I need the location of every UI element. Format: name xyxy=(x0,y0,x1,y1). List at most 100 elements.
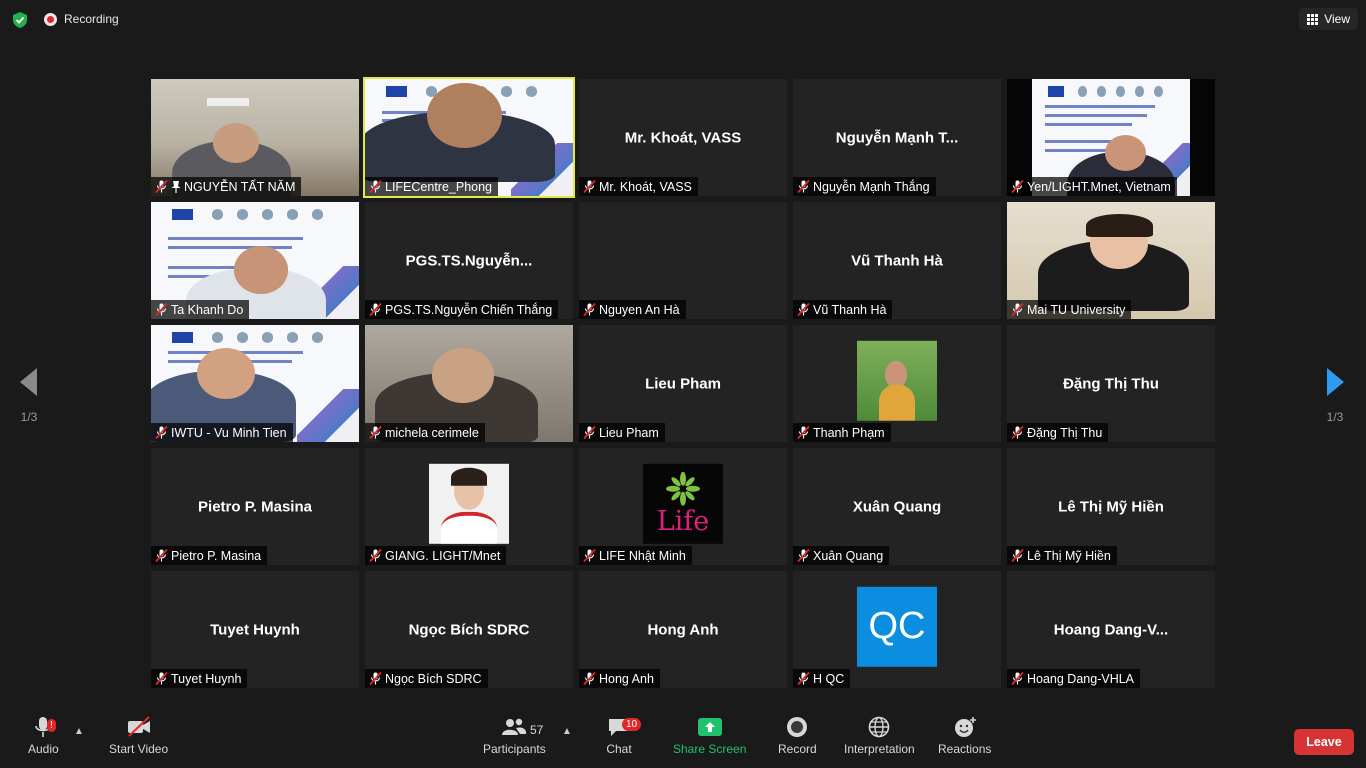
participant-tile[interactable]: Mai TU University xyxy=(1007,202,1215,319)
participant-tile[interactable]: Lieu Pham Lieu Pham xyxy=(579,325,787,442)
record-button[interactable]: Record xyxy=(778,716,817,756)
participant-name: Đặng Thị Thu xyxy=(1027,425,1103,440)
participant-name-label: Nguyễn Mạnh Thắng xyxy=(793,177,936,196)
audio-label: Audio xyxy=(28,742,59,756)
pin-icon xyxy=(171,180,181,193)
interpretation-button[interactable]: Interpretation xyxy=(844,716,915,756)
participant-tile[interactable]: Mr. Khoát, VASS Mr. Khoát, VASS xyxy=(579,79,787,196)
chevron-left-icon[interactable] xyxy=(20,368,38,396)
participant-name: Ngọc Bích SDRC xyxy=(385,671,482,686)
profile-picture xyxy=(857,340,937,421)
participant-name: Nguyen An Hà xyxy=(599,302,680,317)
profile-picture xyxy=(429,463,509,544)
zoom-meeting-window: Recording View 1/3 1/3 NGUYỄN TẤT NĂM LIF… xyxy=(0,0,1366,768)
participant-name: Tuyet Huynh xyxy=(171,671,242,686)
next-page-nav[interactable]: 1/3 xyxy=(1323,368,1347,424)
participant-name-label: IWTU - Vu Minh Tien xyxy=(151,423,293,442)
participant-name: Hong Anh xyxy=(599,671,654,686)
participant-tile[interactable]: Ta Khanh Do xyxy=(151,202,359,319)
participant-tile[interactable]: Hoang Dang-V... Hoang Dang-VHLA xyxy=(1007,571,1215,688)
participant-tile[interactable]: GIANG. LIGHT/Mnet xyxy=(365,448,573,565)
participant-display-name: Hoang Dang-V... xyxy=(1053,621,1169,638)
participant-name-label: Hoang Dang-VHLA xyxy=(1007,669,1141,688)
participant-name: Nguyễn Mạnh Thắng xyxy=(813,179,930,194)
participant-tile[interactable]: Ngọc Bích SDRC Ngọc Bích SDRC xyxy=(365,571,573,688)
participant-tile[interactable]: IWTU - Vu Minh Tien xyxy=(151,325,359,442)
participant-name: Yen/LIGHT.Mnet, Vietnam xyxy=(1027,179,1171,194)
participant-tile[interactable]: NGUYỄN TẤT NĂM xyxy=(151,79,359,196)
life-logo-icon xyxy=(666,471,700,506)
chevron-right-icon[interactable] xyxy=(1326,368,1344,396)
participant-tile[interactable]: PGS.TS.Nguyễn... PGS.TS.Nguyễn Chiến Thắn… xyxy=(365,202,573,319)
share-screen-button[interactable]: Share Screen xyxy=(673,716,746,756)
avatar-text: Life xyxy=(656,505,710,537)
add-reaction-icon xyxy=(954,717,976,737)
participant-tile[interactable]: QC H QC xyxy=(793,571,1001,688)
interpretation-label: Interpretation xyxy=(844,742,915,756)
video-off-icon xyxy=(127,716,150,737)
security-shield-icon[interactable] xyxy=(11,11,29,29)
participant-tile[interactable]: Vũ Thanh Hà Vũ Thanh Hà xyxy=(793,202,1001,319)
participant-tile[interactable]: Nguyễn Mạnh T... Nguyễn Mạnh Thắng xyxy=(793,79,1001,196)
participant-display-name: Lê Thị Mỹ Hiền xyxy=(1058,498,1164,515)
mic-muted-icon xyxy=(583,672,596,685)
chat-unread-badge: 10 xyxy=(622,718,642,731)
participant-name: H QC xyxy=(813,671,845,686)
audio-options-caret-icon[interactable]: ▲ xyxy=(74,726,84,737)
participant-name-label: Tuyet Huynh xyxy=(151,669,248,688)
participant-tile[interactable]: Thanh Phạm xyxy=(793,325,1001,442)
participant-name-label: michela cerimele xyxy=(365,423,485,442)
mic-muted-icon xyxy=(369,549,382,562)
mic-muted-icon xyxy=(369,180,382,193)
mic-muted-icon xyxy=(1011,303,1024,316)
participant-name: GIANG. LIGHT/Mnet xyxy=(385,548,501,563)
globe-icon xyxy=(869,716,890,738)
participant-name-label: Yen/LIGHT.Mnet, Vietnam xyxy=(1007,177,1177,196)
participants-count: 57 xyxy=(530,723,544,737)
participant-tile[interactable]: Hong Anh Hong Anh xyxy=(579,571,787,688)
participant-tile[interactable]: michela cerimele xyxy=(365,325,573,442)
participant-display-name: Hong Anh xyxy=(647,621,719,638)
reactions-button[interactable]: Reactions xyxy=(938,716,991,756)
participant-display-name: Mr. Khoát, VASS xyxy=(624,129,742,146)
mic-muted-icon xyxy=(1011,426,1024,439)
recording-indicator[interactable]: Recording xyxy=(44,12,119,26)
mic-muted-icon xyxy=(1011,180,1024,193)
participant-name-label: Đặng Thị Thu xyxy=(1007,423,1109,442)
participant-name-label: Nguyen An Hà xyxy=(579,300,686,319)
participant-tile[interactable]: Pietro P. Masina Pietro P. Masina xyxy=(151,448,359,565)
participant-display-name: Xuân Quang xyxy=(852,498,942,515)
participant-name: Lê Thị Mỹ Hiền xyxy=(1027,548,1111,563)
participant-display-name: Pietro P. Masina xyxy=(198,498,312,515)
reactions-label: Reactions xyxy=(938,742,992,756)
grid-view-icon xyxy=(1307,13,1319,25)
recording-label: Recording xyxy=(64,12,119,26)
video-label: Start Video xyxy=(109,742,169,756)
participant-name: Thanh Phạm xyxy=(813,425,885,440)
view-button[interactable]: View xyxy=(1299,8,1358,30)
participant-name: IWTU - Vu Minh Tien xyxy=(171,425,287,440)
start-video-button[interactable]: Start Video xyxy=(109,716,168,756)
participants-options-caret-icon[interactable]: ▲ xyxy=(562,726,572,737)
mic-muted-icon xyxy=(1011,672,1024,685)
participant-tile[interactable]: Lê Thị Mỹ Hiền Lê Thị Mỹ Hiền xyxy=(1007,448,1215,565)
participant-display-name: Tuyet Huynh xyxy=(210,621,300,638)
mic-muted-icon xyxy=(797,672,810,685)
participant-name-label: Lê Thị Mỹ Hiền xyxy=(1007,546,1117,565)
participant-tile[interactable]: LIFECentre_Phong xyxy=(363,77,575,198)
participant-tile[interactable]: Xuân Quang Xuân Quang xyxy=(793,448,1001,565)
participant-name: Vũ Thanh Hà xyxy=(813,302,887,317)
participant-tile[interactable]: Đặng Thị Thu Đặng Thị Thu xyxy=(1007,325,1215,442)
participant-tile[interactable]: Tuyet Huynh Tuyet Huynh xyxy=(151,571,359,688)
participant-name: Pietro P. Masina xyxy=(171,548,262,563)
previous-page-nav[interactable]: 1/3 xyxy=(17,368,41,424)
leave-button[interactable]: Leave xyxy=(1294,729,1354,755)
participant-tile[interactable]: Life LIFE Nhật Minh xyxy=(579,448,787,565)
record-icon xyxy=(787,717,808,737)
participant-name-label: H QC xyxy=(793,669,851,688)
participant-tile[interactable]: Yen/LIGHT.Mnet, Vietnam xyxy=(1007,79,1215,196)
mic-muted-icon xyxy=(155,672,168,685)
participant-tile[interactable]: Nguyen An Hà xyxy=(579,202,787,319)
participant-name: LIFECentre_Phong xyxy=(385,179,493,194)
mic-muted-icon xyxy=(797,549,810,562)
